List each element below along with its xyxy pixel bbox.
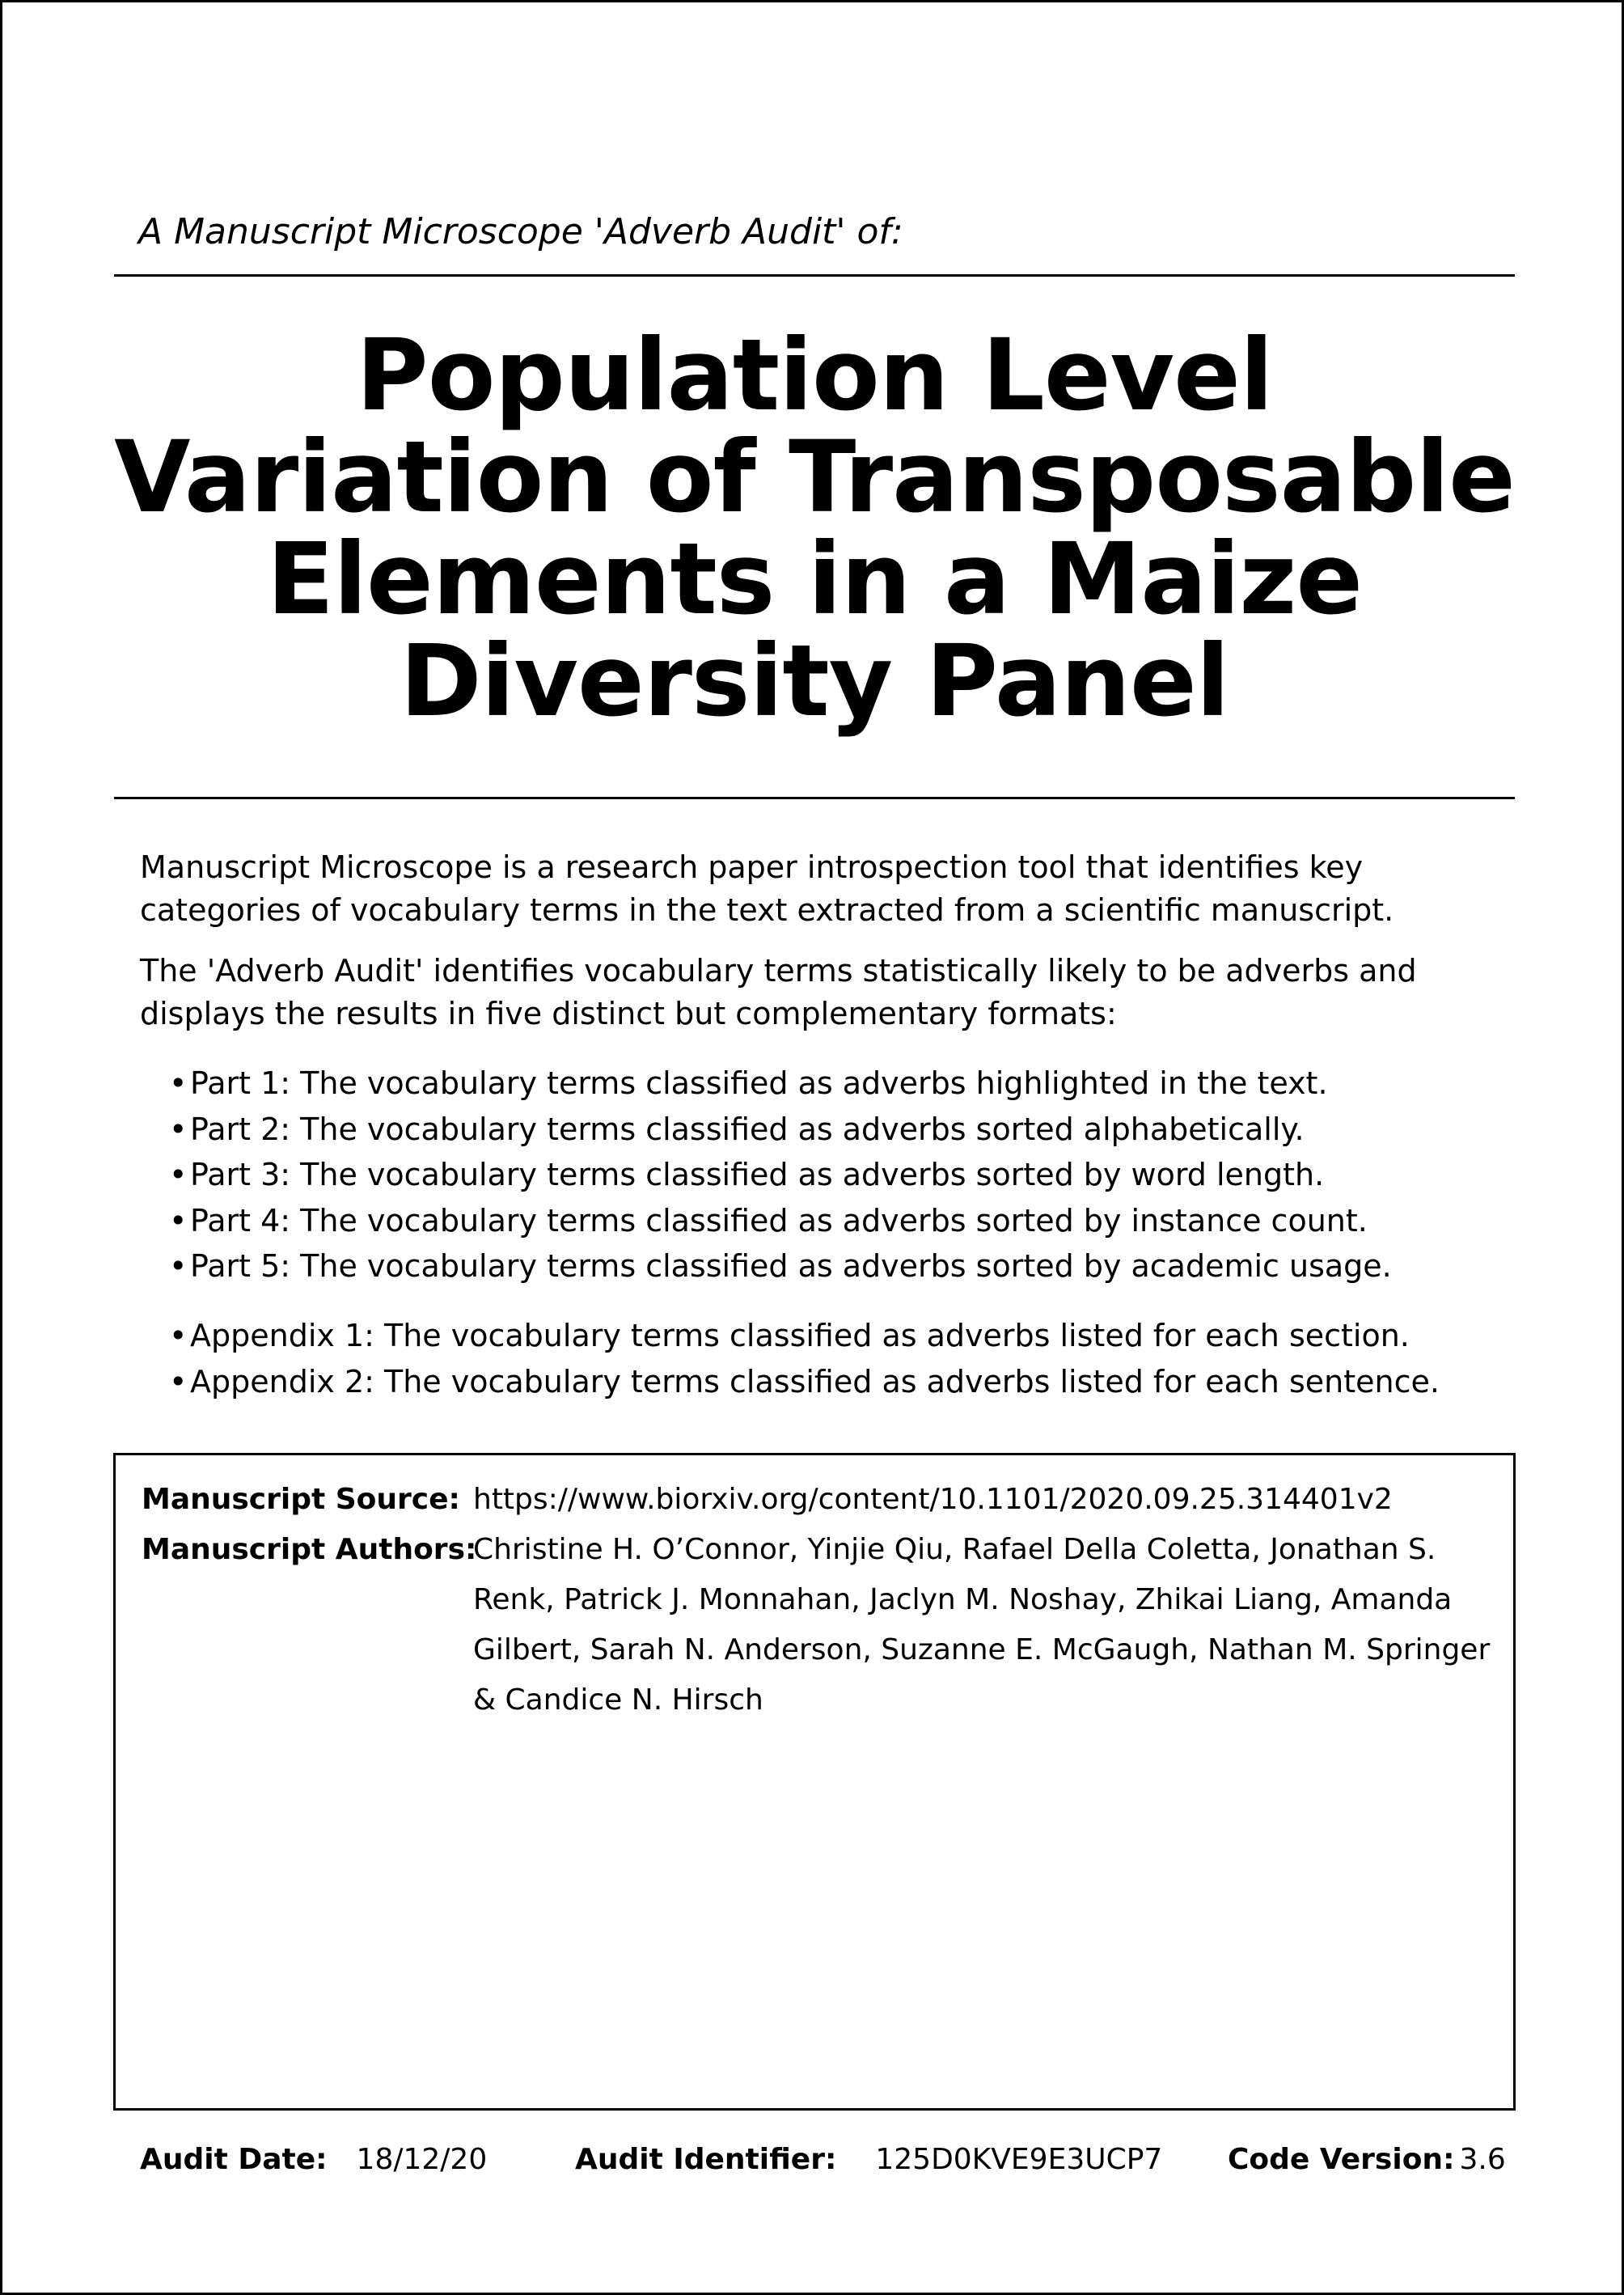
title-line: Variation of Transposable	[114, 420, 1516, 535]
source-label: Manuscript Source:	[142, 1483, 460, 1516]
audit-id-label: Audit Identifier:	[575, 2143, 837, 2176]
bullet-icon: •	[169, 1318, 188, 1353]
parts-list: •Part 1: The vocabulary terms classified…	[169, 1061, 1512, 1289]
audit-date: Audit Date: 18/12/20	[140, 2140, 487, 2180]
intro-paragraph: The 'Adverb Audit' identifies vocabulary…	[140, 953, 1417, 1031]
audit-id-value: 125D0KVE9E3UCP7	[875, 2143, 1163, 2176]
bullet-icon: •	[169, 1111, 188, 1147]
list-item-text: Part 5: The vocabulary terms classified …	[190, 1248, 1392, 1284]
bullet-icon: •	[169, 1157, 188, 1192]
manuscript-title: Population Level Variation of Transposab…	[114, 318, 1516, 739]
list-item: •Part 3: The vocabulary terms classified…	[169, 1152, 1512, 1198]
authors-label: Manuscript Authors:	[142, 1533, 477, 1566]
top-divider	[114, 274, 1515, 277]
manuscript-info-box: Manuscript Source: https://www.biorxiv.o…	[113, 1453, 1516, 2111]
list-item-text: Part 3: The vocabulary terms classified …	[190, 1157, 1325, 1192]
list-item: •Part 4: The vocabulary terms classified…	[169, 1198, 1512, 1244]
list-item: •Part 5: The vocabulary terms classified…	[169, 1243, 1512, 1289]
list-item: •Part 1: The vocabulary terms classified…	[169, 1061, 1512, 1107]
list-item-text: Appendix 1: The vocabulary terms classif…	[190, 1318, 1410, 1353]
list-item: •Part 2: The vocabulary terms classified…	[169, 1107, 1512, 1153]
code-version-label: Code Version:	[1228, 2143, 1455, 2176]
title-line: Elements in a Maize	[266, 522, 1363, 637]
document-page: A Manuscript Microscope 'Adverb Audit' o…	[0, 0, 1624, 2295]
list-item-text: Appendix 2: The vocabulary terms classif…	[190, 1363, 1440, 1399]
code-version: Code Version: 3.6	[1228, 2140, 1506, 2180]
title-line: Population Level	[356, 318, 1273, 433]
list-item: •Appendix 1: The vocabulary terms classi…	[169, 1313, 1512, 1359]
title-line: Diversity Panel	[400, 624, 1229, 739]
intro-text: Manuscript Microscope is a research pape…	[140, 846, 1499, 1053]
title-bottom-divider	[114, 797, 1515, 799]
audit-date-value: 18/12/20	[356, 2143, 488, 2176]
bullet-icon: •	[169, 1065, 188, 1101]
code-version-value: 3.6	[1459, 2143, 1506, 2176]
appendix-list: •Appendix 1: The vocabulary terms classi…	[169, 1313, 1512, 1404]
list-item-text: Part 4: The vocabulary terms classified …	[190, 1202, 1368, 1239]
list-item-text: Part 2: The vocabulary terms classified …	[190, 1111, 1305, 1147]
bullet-icon: •	[169, 1202, 188, 1239]
bullet-icon: •	[169, 1363, 188, 1399]
authors-value: Christine H. O’Connor, Yinjie Qiu, Rafae…	[473, 1533, 1491, 1717]
source-link[interactable]: https://www.biorxiv.org/content/10.1101/…	[473, 1480, 1500, 1520]
intro-paragraph: Manuscript Microscope is a research pape…	[140, 849, 1394, 928]
audit-kicker: A Manuscript Microscope 'Adverb Audit' o…	[138, 211, 903, 252]
list-item-text: Part 1: The vocabulary terms classified …	[190, 1065, 1328, 1101]
bullet-icon: •	[169, 1248, 188, 1284]
audit-date-label: Audit Date:	[140, 2143, 328, 2176]
list-item: •Appendix 2: The vocabulary terms classi…	[169, 1359, 1512, 1405]
audit-identifier: Audit Identifier: 125D0KVE9E3UCP7	[575, 2140, 1162, 2180]
